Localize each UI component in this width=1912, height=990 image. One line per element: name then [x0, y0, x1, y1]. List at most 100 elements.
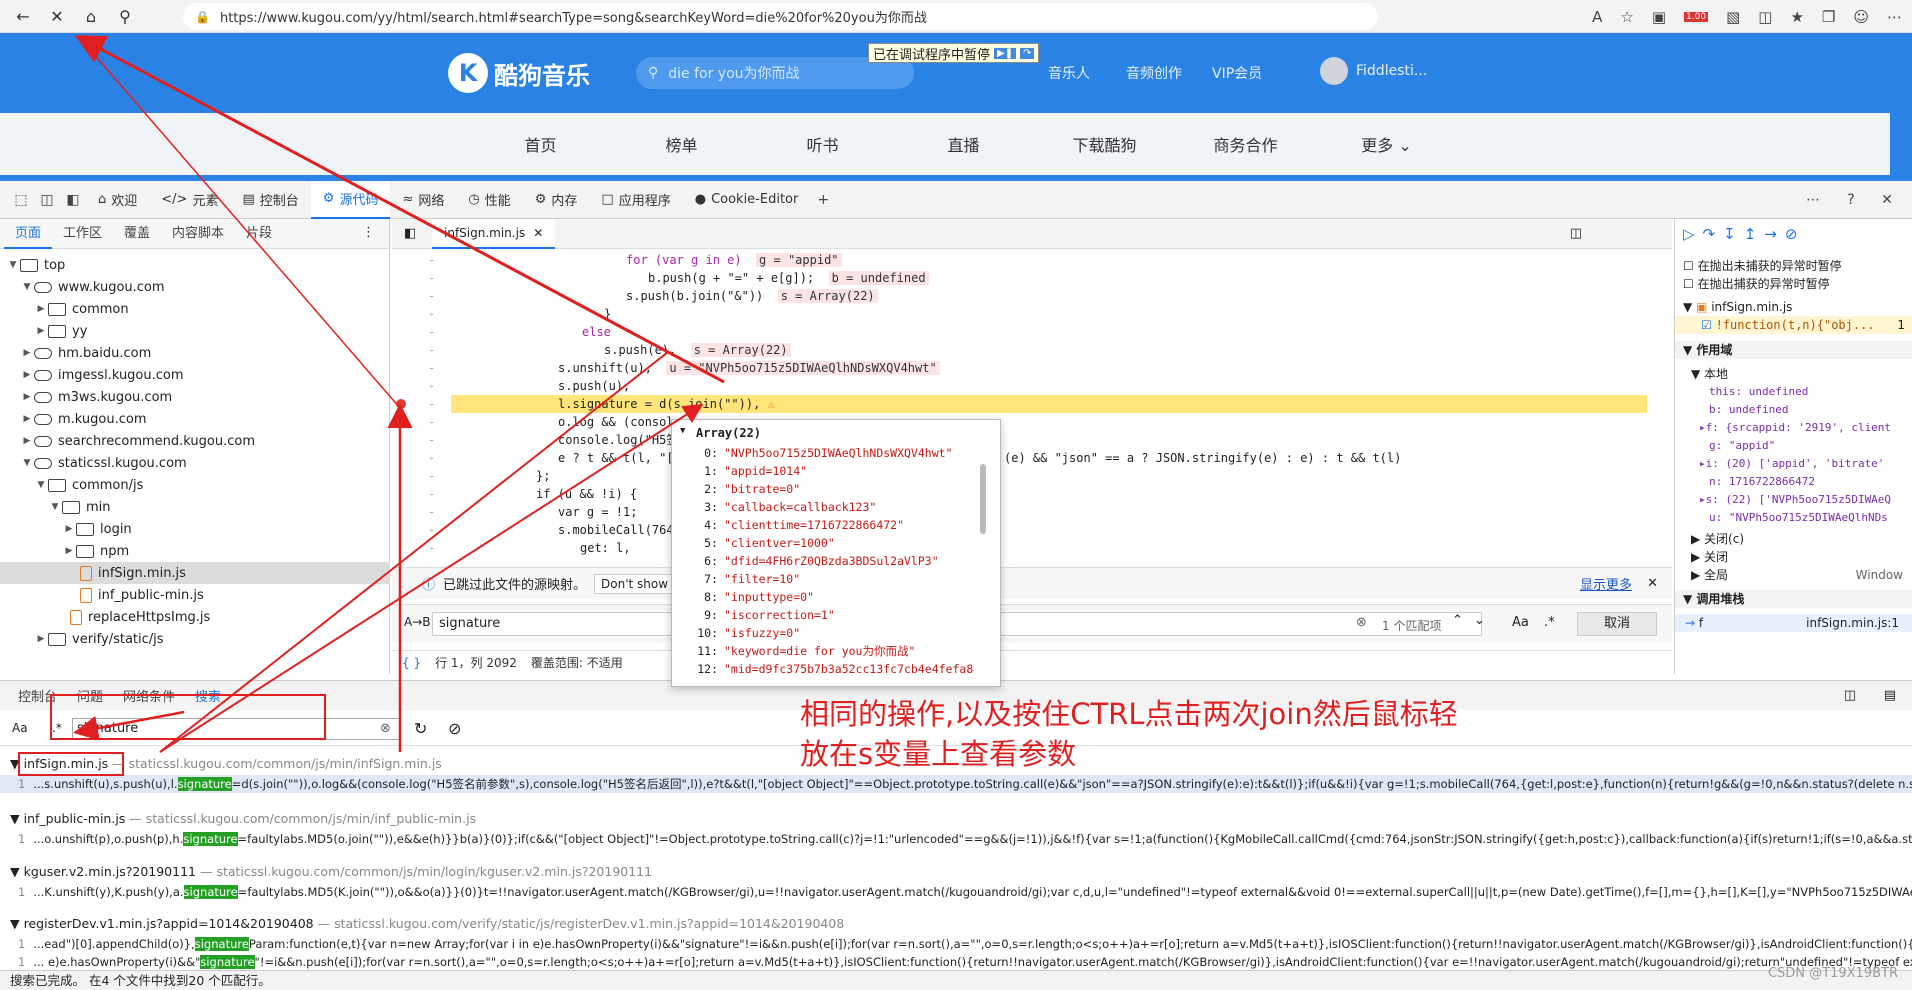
scope-var[interactable]: ▸f: {srcappid: '2919', client [1675, 419, 1912, 437]
array-item[interactable]: 3: "callback=callback123" [696, 498, 876, 516]
back-icon[interactable]: ← [6, 0, 40, 33]
array-item[interactable]: 7: "filter=10" [696, 570, 800, 588]
array-item[interactable]: 0: "NVPh5oo715z5DIWAeQlhNDsWXQV4hwt" [696, 444, 952, 462]
scope-var[interactable]: b: undefined [1675, 401, 1912, 419]
tree-item[interactable]: inf_public-min.js [0, 584, 390, 606]
scope-section[interactable]: ▼ 作用域 [1675, 341, 1912, 359]
deactivate-breakpoints-icon[interactable]: ⊘ [1785, 225, 1806, 243]
tree-item-selected[interactable]: infSign.min.js [0, 562, 390, 584]
tab-content-scripts[interactable]: 内容脚本 [161, 219, 235, 249]
array-item[interactable]: 8: "inputtype=0" [696, 588, 814, 606]
result-line[interactable]: 1 ...o.unshift(p),o.push(p),h.signature=f… [0, 830, 1912, 848]
badge-icon[interactable]: 1.00 [1684, 11, 1709, 22]
array-item[interactable]: 5: "clientver=1000" [696, 534, 835, 552]
tree-item[interactable]: replaceHttpsImg.js [0, 606, 390, 628]
menu-icon[interactable]: ⋯ [1887, 8, 1902, 26]
code-line[interactable]: - o.log && (console. [392, 413, 1662, 431]
tree-item[interactable]: ▶ imgessl.kugou.com [0, 364, 390, 386]
match-case-icon[interactable]: Aa [12, 721, 28, 735]
profile-icon[interactable]: ☺ [1853, 8, 1869, 26]
tree-item[interactable]: ▶ searchrecommend.kugou.com [0, 430, 390, 452]
nav-business[interactable]: 商务合作 [1175, 132, 1316, 156]
tab-sources[interactable]: ⚙ 源代码 [310, 180, 391, 219]
step-out-icon[interactable]: ↥ [1744, 225, 1765, 243]
tab-snippets[interactable]: 片段 [235, 219, 283, 249]
tree-item[interactable]: ▼ min [0, 496, 390, 518]
tab-application[interactable]: □ 应用程序 [589, 181, 682, 219]
tab-performance[interactable]: ◷ 性能 [456, 181, 522, 219]
code-line[interactable]: - s.unshift(u), u = "NVPh5oo715z5DIWAeQlh… [392, 359, 1662, 377]
array-item[interactable]: 2: "bitrate=0" [696, 480, 800, 498]
code-line[interactable]: - b.push(g + "=" + e[g]); b = undefined [392, 269, 1662, 287]
match-case-button[interactable]: Aa [1512, 615, 1529, 630]
result-file[interactable]: ▼ kguser.v2.min.js?20190111 — staticssl.… [0, 862, 1912, 882]
tab-network[interactable]: ≈ 网络 [390, 181, 456, 219]
read-aloud-icon[interactable]: A [1592, 8, 1602, 26]
split-icon[interactable]: ◫ [1758, 8, 1772, 26]
close-devtools-icon[interactable]: ✕ [1874, 192, 1900, 208]
show-more-link[interactable]: 显示更多 [1580, 574, 1632, 593]
resume-icon[interactable]: ▶❚ [994, 47, 1017, 59]
home-icon[interactable]: ⌂ [74, 0, 108, 33]
editor-tab[interactable]: infSign.min.js ✕ [432, 219, 556, 249]
code-line[interactable]: - console.log("H5签名 [392, 431, 1662, 449]
tree-item[interactable]: ▶ login [0, 518, 390, 540]
tab-elements[interactable]: </> 元素 [149, 181, 230, 219]
nav-live[interactable]: 直播 [893, 132, 1034, 156]
nav-audiobooks[interactable]: 听书 [752, 132, 893, 156]
code-line-paused[interactable]: - l.signature = d(s.join("")), ⚠ [392, 395, 1662, 413]
toggle-debugger-icon[interactable]: ◫ [1570, 226, 1582, 241]
breakpoint-file[interactable]: ▼ ▣ infSign.min.js [1675, 298, 1912, 316]
code-line[interactable]: -e ? t && t(l, "[ob (e) && "json" == a ? … [392, 449, 1662, 467]
replace-toggle-icon[interactable]: A→B [404, 615, 431, 629]
code-line[interactable]: - s.mobileCall(764, [392, 521, 1662, 539]
clear-icon[interactable]: ⊗ [1356, 615, 1367, 630]
code-line[interactable]: -} [392, 305, 1662, 323]
array-item[interactable]: 4: "clienttime=1716722866472" [696, 516, 904, 534]
code-line[interactable]: - s.push(e), s = Array(22) [392, 341, 1662, 359]
code-line[interactable]: - var g = !1; [392, 503, 1662, 521]
nav-download[interactable]: 下载酷狗 [1034, 132, 1175, 156]
tab-welcome[interactable]: ⌂ 欢迎 [86, 181, 149, 219]
collections-icon[interactable]: ❐ [1822, 8, 1835, 26]
prev-match-icon[interactable]: ⌃ [1452, 613, 1463, 628]
dock-icon[interactable]: ◫ [1844, 688, 1856, 703]
tree-item[interactable]: ▶ common [0, 298, 390, 320]
closure-scope[interactable]: ▶ 关闭 [1675, 548, 1912, 566]
array-item[interactable]: 6: "dfid=4FH6rZ0QBzda3BDSul2aVlP3" [696, 552, 939, 570]
code-line[interactable]: - for (var g in e) g = "appid" [392, 251, 1662, 269]
next-match-icon[interactable]: ⌄ [1474, 613, 1485, 628]
scope-var[interactable]: n: 1716722866472 [1675, 473, 1912, 491]
search-icon[interactable]: ⚲ [108, 0, 142, 33]
array-item[interactable]: 10: "isfuzzy=0" [696, 624, 800, 642]
step-icon[interactable]: → [1764, 225, 1785, 243]
result-file[interactable]: ▼ registerDev.v1.min.js?appid=1014&20190… [0, 914, 1912, 934]
add-tab-icon[interactable]: + [810, 192, 836, 208]
pretty-print-button[interactable]: { } [402, 656, 421, 670]
code-line[interactable]: - s.push(u), [392, 377, 1662, 395]
local-scope[interactable]: ▼ 本地 [1675, 365, 1912, 383]
link-vip[interactable]: VIP会员 [1212, 63, 1262, 83]
pause-uncaught-checkbox[interactable]: ☐ 在抛出未捕获的异常时暂停 [1675, 257, 1912, 275]
checkbox-icon[interactable]: ☑ [1701, 318, 1712, 332]
result-line[interactable]: 1 ...K.unshift(y),K.push(y),a.signature=f… [0, 883, 1912, 901]
cancel-button[interactable]: 取消 [1577, 612, 1657, 636]
breakpoint-entry[interactable]: ☑ !function(t,n){"obj... 1 [1675, 316, 1912, 334]
array-item[interactable]: 9: "iscorrection=1" [696, 606, 835, 624]
code-line[interactable]: -}; [392, 467, 1662, 485]
result-line[interactable]: 1 ...s.unshift(u),s.push(u),l.signature=d… [0, 775, 1912, 793]
expand-icon[interactable]: ▼ [680, 426, 685, 436]
close-icon[interactable]: ✕ [40, 0, 74, 33]
kugou-logo[interactable]: K 酷狗音乐 [448, 53, 590, 93]
device-icon[interactable]: ◫ [34, 192, 60, 208]
close-icon[interactable]: ✕ [533, 226, 543, 240]
tree-item[interactable]: ▼ www.kugou.com [0, 276, 390, 298]
scope-var[interactable]: ▸i: (20) ['appid', 'bitrate' [1675, 455, 1912, 473]
scope-var[interactable]: ▸s: (22) ['NVPh5oo715z5DIWAeQ [1675, 491, 1912, 509]
toggle-navigator-icon[interactable]: ◧ [404, 226, 416, 241]
tree-item[interactable]: ▼ top [0, 254, 390, 276]
code-line[interactable]: - s.push(b.join("&")) s = Array(22) [392, 287, 1662, 305]
resume-icon[interactable]: ▷ [1683, 225, 1703, 243]
step-into-icon[interactable]: ↧ [1723, 225, 1744, 243]
scope-var[interactable]: g: "appid" [1675, 437, 1912, 455]
